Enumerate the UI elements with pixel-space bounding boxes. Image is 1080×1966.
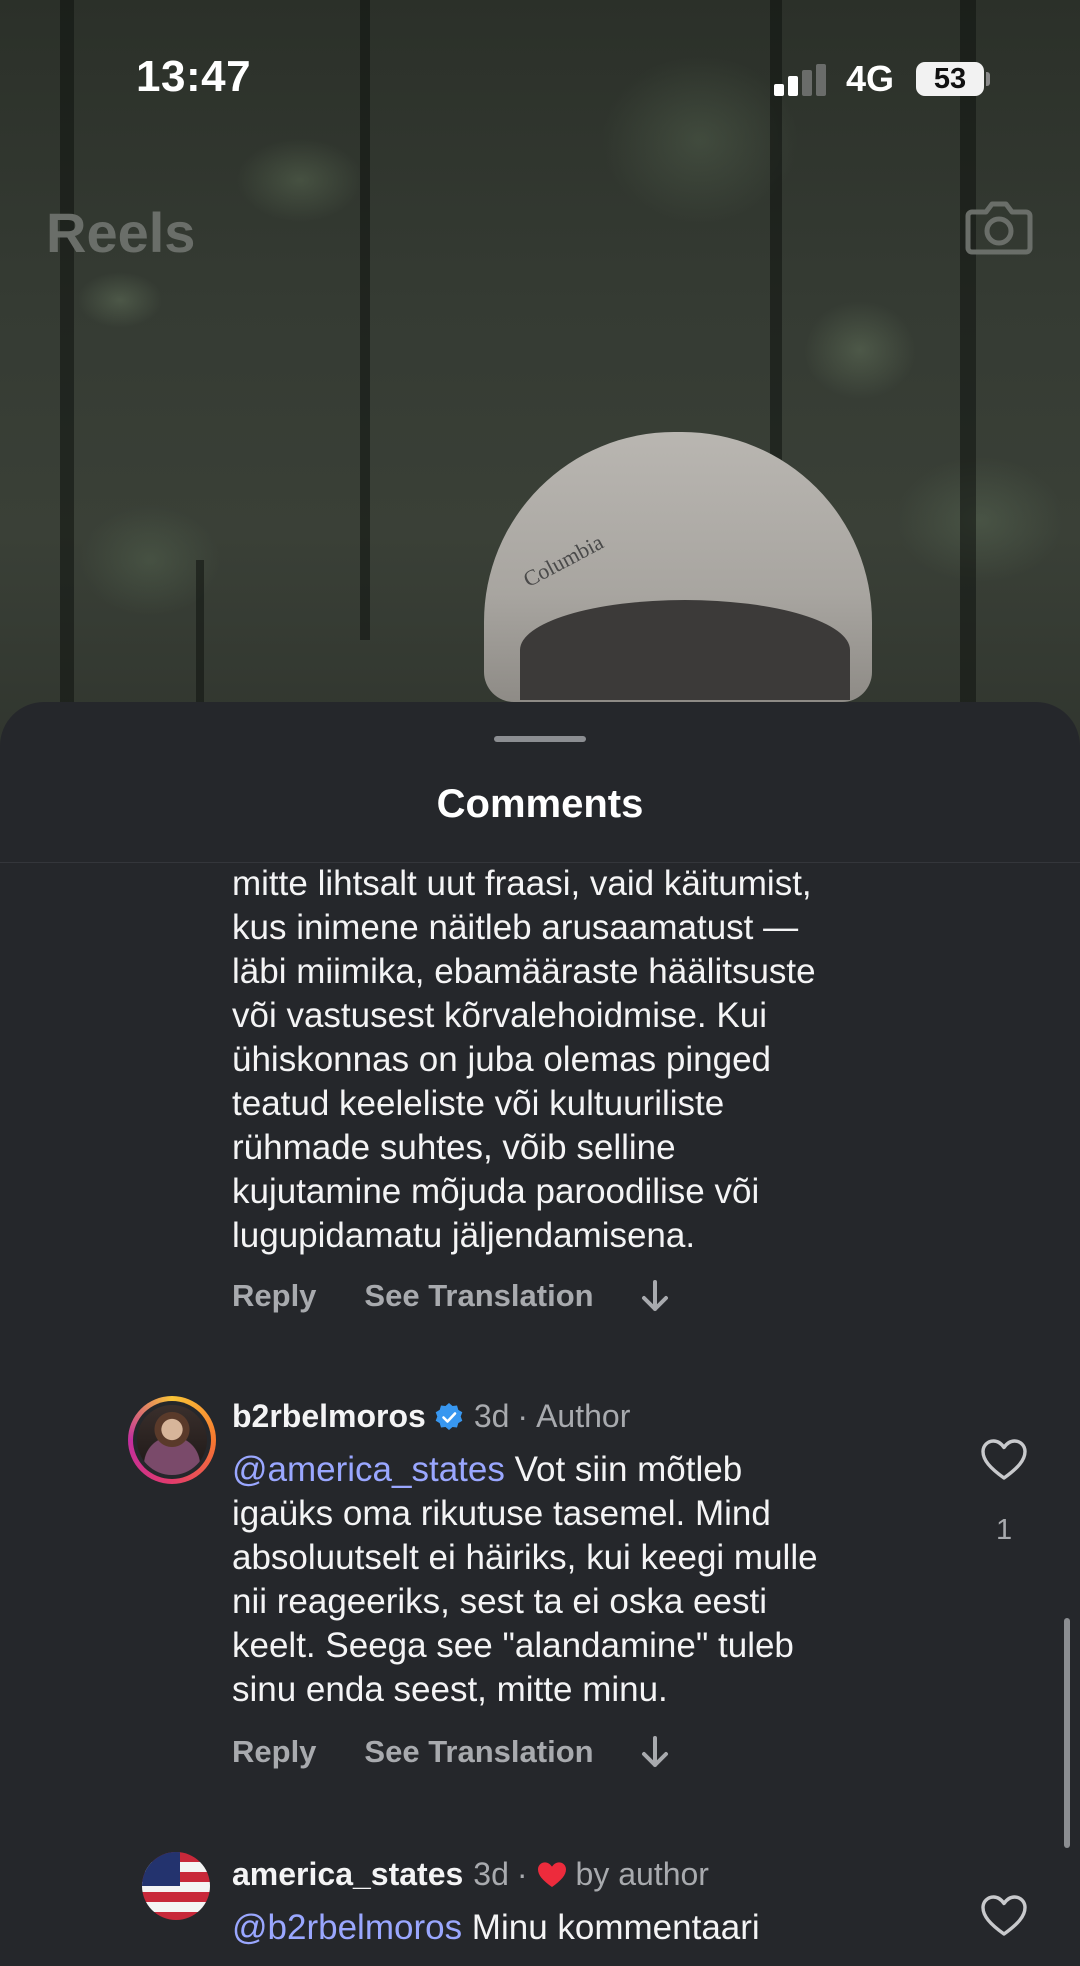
camera-icon[interactable] [964,196,1034,258]
flag-canton [142,1852,180,1886]
reply-button[interactable]: Reply [232,1734,316,1770]
comment-line: kus inimene näitleb arusaamatust — [232,908,799,947]
comment-line: läbi miimika, ebamääraste häälitsuste [232,952,816,991]
meta-separator: · [517,1398,529,1434]
reel-video-background[interactable]: Columbia [0,0,1080,760]
reels-title[interactable]: Reels [46,200,195,265]
author-badge: Author [536,1398,631,1434]
comment-line: igaüks oma rikutuse tasemel. Mind [232,1494,771,1533]
comment-text-fragment: Vot siin mõtleb [504,1450,743,1489]
status-time: 13:47 [136,52,252,101]
see-translation-button[interactable]: See Translation [364,1278,593,1314]
like-heart-icon[interactable] [980,1438,1028,1482]
comment-actions: Reply See Translation [232,1278,670,1314]
comment-line: või vastusest kõrvalehoidmise. Kui [232,996,767,1035]
like-count: 1 [996,1514,1013,1546]
sheet-title: Comments [436,782,644,826]
scrollbar[interactable] [1064,1618,1070,1848]
comment-username[interactable]: b2rbelmoros [232,1398,426,1435]
verified-badge-icon [435,1402,463,1430]
comment-time: 3d [473,1856,509,1892]
battery-level: 53 [933,63,967,95]
arrow-down-icon[interactable] [640,1735,670,1769]
mention-link[interactable]: @america_states [232,1450,505,1489]
comment-header: b2rbelmoros 3d · Author [232,1398,630,1435]
cap-brim [520,600,850,700]
reply-button[interactable]: Reply [232,1278,316,1314]
comment-header: america_states 3d · by author [232,1856,709,1893]
comment-line: ühiskonnas on juba olemas pinged [232,1040,771,1079]
comment-time: 3d [473,1398,510,1434]
tree-trunk [960,0,976,760]
comment-line: kujutamine mõjuda paroodilise või [232,1172,760,1211]
comment-line: lugupidamatu jäljendamisena. [232,1216,696,1255]
battery-tip [986,72,990,86]
see-translation-button[interactable]: See Translation [364,1734,593,1770]
comment-body: mitte lihtsalt uut fraasi, vaid käitumis… [232,862,816,1258]
avatar-photo [137,1405,207,1475]
tree-trunk [360,0,370,640]
comment-first-line: @america_states Vot siin mõtleb [232,1448,818,1492]
comment-username[interactable]: america_states [232,1856,463,1893]
comment-actions: Reply See Translation [232,1734,670,1770]
like-heart-icon[interactable] [980,1894,1028,1938]
comment-line: rühmade suhtes, võib selline [232,1128,676,1167]
network-type: 4G [846,58,895,99]
comment-line: absoluutselt ei häiriks, kui keegi mulle [232,1538,818,1577]
sheet-grab-handle[interactable] [494,736,586,742]
comment-first-line: @b2rbelmoros Minu kommentaari [232,1906,760,1950]
comment-line: teatud keeleliste või kultuuriliste [232,1084,725,1123]
comment-line: sinu enda seest, mitte minu. [232,1670,668,1709]
comment-line: mitte lihtsalt uut fraasi, vaid käitumis… [232,864,812,903]
battery-icon: 53 [916,62,984,96]
arrow-down-icon[interactable] [640,1279,670,1313]
avatar[interactable] [128,1396,216,1484]
comment-line: nii reageeriks, sest ta ei oska eesti [232,1582,767,1621]
comments-sheet: Comments mitte lihtsalt uut fraasi, vaid… [0,702,1080,1966]
comment-text-fragment: Minu kommentaari [462,1908,760,1947]
avatar[interactable] [142,1852,210,1920]
meta-separator: · [516,1856,528,1892]
tree-trunk [60,0,74,760]
mention-link[interactable]: @b2rbelmoros [232,1908,462,1947]
comment-body: @b2rbelmoros Minu kommentaari [232,1906,760,1950]
comment-body: @america_states Vot siin mõtleb igaüks o… [232,1448,818,1712]
cellular-signal-icon [774,64,830,96]
comment-line: keelt. Seega see "alandamine" tuleb [232,1626,794,1665]
liked-by-author: by author [575,1856,709,1892]
heart-filled-icon [537,1861,566,1887]
